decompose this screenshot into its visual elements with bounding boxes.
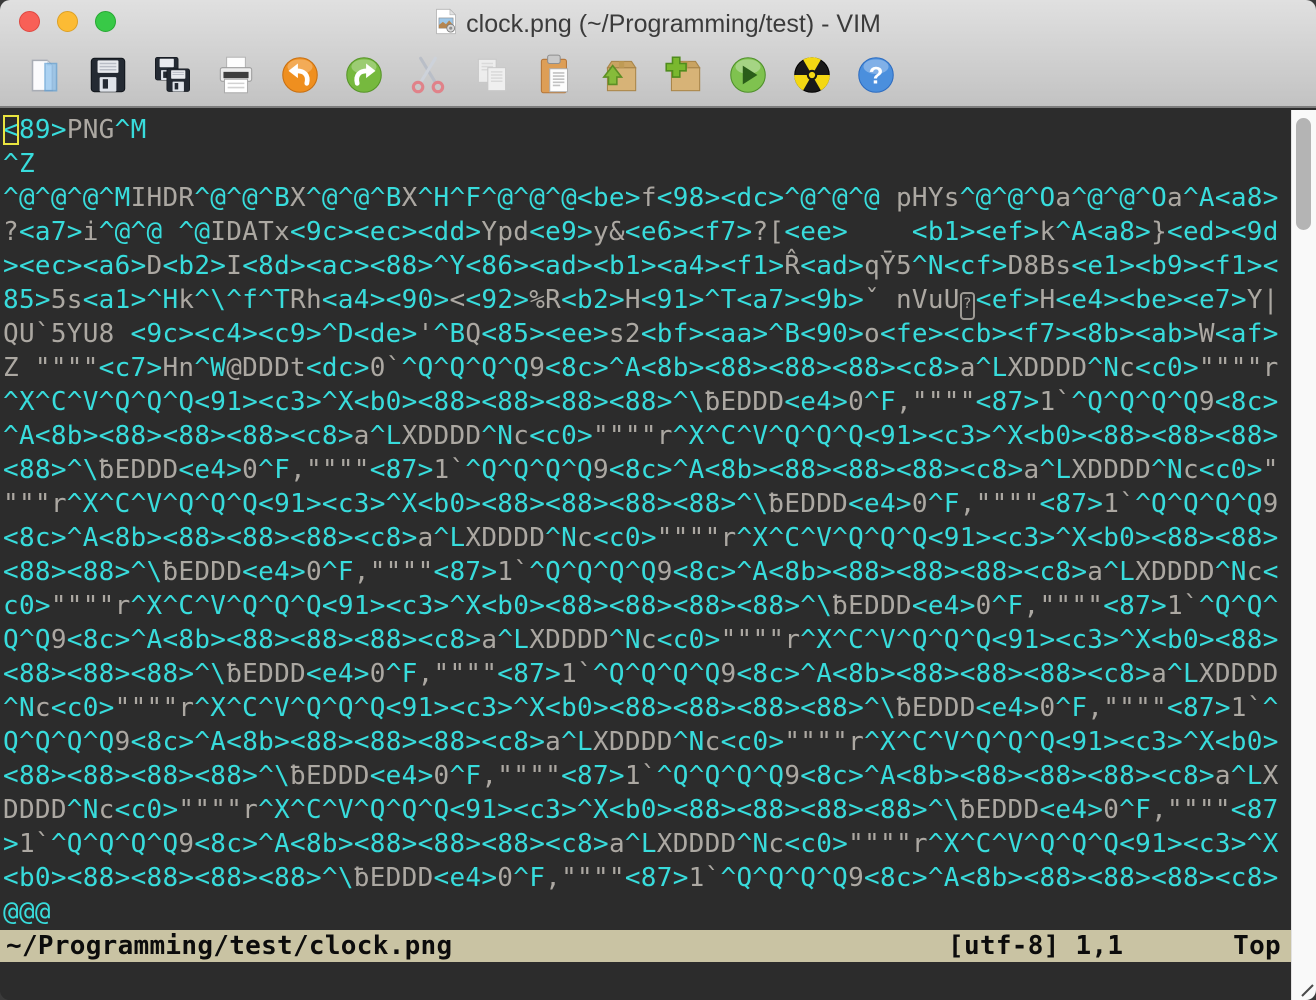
print-button[interactable] bbox=[204, 47, 268, 103]
editor-line: ^A<8b><88><88><88><c8>a^LXDDDD^Nc<c0>"""… bbox=[3, 419, 1291, 453]
print-icon bbox=[213, 52, 259, 98]
editor-line: <88><88>^\ƀEDDD<e4>0^F,""""<87>1`^Q^Q^Q^… bbox=[3, 555, 1291, 589]
editor-line: <8c>^A<8b><88><88><88><c8>a^LXDDDD^Nc<c0… bbox=[3, 521, 1291, 555]
title-group: clock.png (~/Programming/test) - VIM bbox=[435, 4, 881, 40]
vim-window: clock.png (~/Programming/test) - VIM bbox=[0, 0, 1316, 1000]
editor-line: <88><88><88>^\ƀEDDD<e4>0^F,""""<87>1`^Q^… bbox=[3, 657, 1291, 691]
resize-grip-icon[interactable] bbox=[1299, 982, 1315, 998]
run-script-icon bbox=[725, 52, 771, 98]
scrollbar-thumb[interactable] bbox=[1296, 118, 1311, 230]
editor-line: ^@^@^@^MIHDR^@^@^BX^@^@^BX^H^F^@^@^@<be>… bbox=[3, 181, 1291, 215]
save-session-icon bbox=[661, 52, 707, 98]
save-file-button[interactable] bbox=[76, 47, 140, 103]
help-button[interactable]: ? bbox=[844, 47, 908, 103]
editor-line: ^Nc<c0>""""r^X^C^V^Q^Q^Q<91><c3>^X<b0><8… bbox=[3, 691, 1291, 725]
paste-icon bbox=[533, 52, 579, 98]
open-file-button[interactable] bbox=[12, 47, 76, 103]
build-radiation-icon bbox=[789, 52, 835, 98]
editor-column: <89>PNG^M^Z^@^@^@^MIHDR^@^@^BX^@^@^BX^H^… bbox=[0, 110, 1291, 1000]
editor-line: >1`^Q^Q^Q^Q9<8c>^A<8b><88><88><88><c8>a^… bbox=[3, 827, 1291, 861]
load-session-icon bbox=[597, 52, 643, 98]
png-document-icon bbox=[435, 8, 457, 40]
build-button[interactable] bbox=[780, 47, 844, 103]
redo-button[interactable] bbox=[332, 47, 396, 103]
minimize-button[interactable] bbox=[57, 11, 78, 32]
undo-button[interactable] bbox=[268, 47, 332, 103]
save-file-icon bbox=[85, 52, 131, 98]
copy-icon bbox=[469, 52, 515, 98]
vim-command-line[interactable] bbox=[0, 962, 1291, 1000]
editor-line: """r^X^C^V^Q^Q^Q<91><c3>^X<b0><88><88><8… bbox=[3, 487, 1291, 521]
window-title: clock.png (~/Programming/test) - VIM bbox=[466, 10, 881, 39]
editor-line: <89>PNG^M bbox=[3, 113, 1291, 147]
open-file-icon bbox=[21, 52, 67, 98]
scrollbar-track[interactable] bbox=[1291, 110, 1316, 1000]
save-session-button[interactable] bbox=[652, 47, 716, 103]
window-content: <89>PNG^M^Z^@^@^@^MIHDR^@^@^BX^@^@^BX^H^… bbox=[0, 110, 1316, 1000]
editor-line: <b0><88><88><88><88>^\ƀEDDD<e4>0^F,""""<… bbox=[3, 861, 1291, 895]
editor-line: <88>^\ƀEDDD<e4>0^F,""""<87>1`^Q^Q^Q^Q9<8… bbox=[3, 453, 1291, 487]
editor-line: ?<a7>i^@^@ ^@IDATx<9c><ec><dd>Ypd<e9>y&<… bbox=[3, 215, 1291, 249]
editor-line: 85>5s<a1>^Hk^\^f^TRh<a4><90><<92>%R<b2>H… bbox=[3, 283, 1291, 317]
zoom-button[interactable] bbox=[95, 11, 116, 32]
redo-icon bbox=[341, 52, 387, 98]
svg-text:?: ? bbox=[869, 62, 884, 89]
editor-line: ><ec><a6>D<b2>I<8d><ac><88>^Y<86><ad><b1… bbox=[3, 249, 1291, 283]
window-controls bbox=[19, 11, 116, 32]
status-file-path: ~/Programming/test/clock.png bbox=[6, 930, 452, 962]
editor-line: Q^Q^Q^Q9<8c>^A<8b><88><88><88><c8>a^LXDD… bbox=[3, 725, 1291, 759]
save-all-icon bbox=[149, 52, 195, 98]
editor-line: @@@ bbox=[3, 895, 1291, 929]
titlebar: clock.png (~/Programming/test) - VIM bbox=[0, 0, 1316, 44]
editor-line: c0>""""r^X^C^V^Q^Q^Q<91><c3>^X<b0><88><8… bbox=[3, 589, 1291, 623]
editor-line: QU`5YU8 <9c><c4><c9>^D<de>'^BQ<85><ee>s2… bbox=[3, 317, 1291, 351]
window-chrome: clock.png (~/Programming/test) - VIM bbox=[0, 0, 1316, 108]
copy-button[interactable] bbox=[460, 47, 524, 103]
paste-button[interactable] bbox=[524, 47, 588, 103]
editor-line: <88><88><88><88>^\ƀEDDD<e4>0^F,""""<87>1… bbox=[3, 759, 1291, 793]
editor-line: Z """"<c7>Hn^W@DDDt<dc>0`^Q^Q^Q^Q9<8c>^A… bbox=[3, 351, 1291, 385]
toolbar: ? bbox=[0, 44, 1316, 106]
close-button[interactable] bbox=[19, 11, 40, 32]
save-all-button[interactable] bbox=[140, 47, 204, 103]
cut-button[interactable] bbox=[396, 47, 460, 103]
editor-line: DDDD^Nc<c0>""""r^X^C^V^Q^Q^Q<91><c3>^X<b… bbox=[3, 793, 1291, 827]
editor-line: ^Z bbox=[3, 147, 1291, 181]
status-encoding-position: [utf-8] 1,1 bbox=[948, 930, 1123, 962]
editor-line: ^X^C^V^Q^Q^Q<91><c3>^X<b0><88><88><88><8… bbox=[3, 385, 1291, 419]
load-session-button[interactable] bbox=[588, 47, 652, 103]
editor-line: Q^Q9<8c>^A<8b><88><88><88><c8>a^LXDDDD^N… bbox=[3, 623, 1291, 657]
run-script-button[interactable] bbox=[716, 47, 780, 103]
status-scroll-position: Top bbox=[1233, 930, 1281, 962]
editor-text-area[interactable]: <89>PNG^M^Z^@^@^@^MIHDR^@^@^BX^@^@^BX^H^… bbox=[0, 110, 1291, 930]
help-icon: ? bbox=[853, 52, 899, 98]
vim-statusline: ~/Programming/test/clock.png [utf-8] 1,1… bbox=[0, 930, 1291, 962]
cut-icon bbox=[405, 52, 451, 98]
undo-icon bbox=[277, 52, 323, 98]
